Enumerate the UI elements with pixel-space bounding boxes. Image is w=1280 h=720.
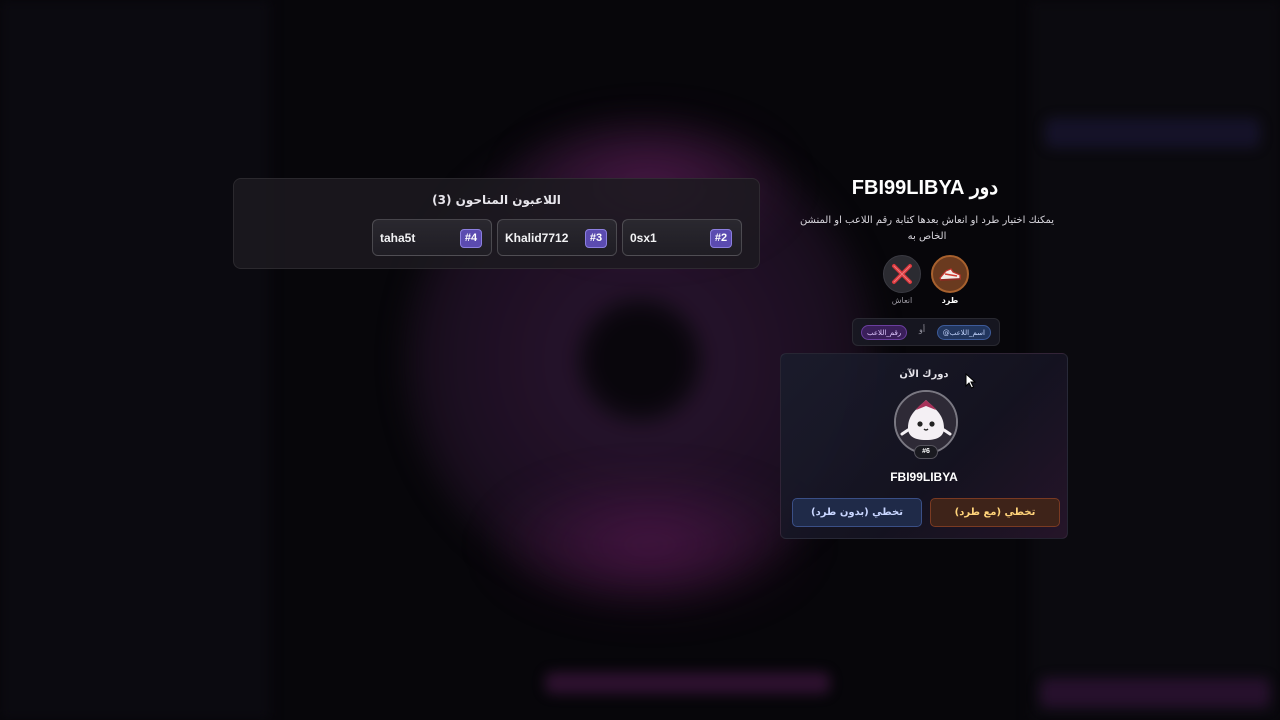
player-name: taha5t: [380, 231, 416, 245]
revive-action-button[interactable]: [883, 255, 921, 293]
player-chip[interactable]: Khalid7712 #3: [497, 219, 617, 256]
available-players-panel: اللاعبون المتاحون (3) 0sx1 #2 Khalid7712…: [233, 178, 760, 269]
turn-description: يمكنك اختيار طرد او انعاش بعدها كتابة رق…: [799, 215, 1055, 242]
avatar-number-badge: #6: [914, 445, 938, 459]
skip-without-kick-button[interactable]: تخطي (بدون طرد): [792, 498, 922, 527]
background-bottom-bar: [545, 672, 830, 694]
player-name: 0sx1: [630, 231, 657, 245]
kick-action-label: طرد: [941, 296, 959, 305]
hint-by-name: @اسم_اللاعب: [936, 325, 991, 340]
sneaker-kick-icon: [939, 268, 961, 281]
skip-with-kick-button[interactable]: تخطي (مع طرد): [930, 498, 1060, 527]
background-sidebar: [0, 0, 270, 720]
ghost-avatar-icon: [896, 392, 956, 452]
current-turn-card: دورك الآن #6 FBI99LIBYA تخطي (مع طرد) تخ…: [780, 353, 1068, 539]
mention-hint: @اسم_اللاعب أو رقم_اللاعب: [852, 318, 1000, 346]
current-turn-label: دورك الآن: [899, 369, 949, 380]
background-glow-bottom: [480, 470, 820, 620]
hint-or: أو: [919, 325, 926, 334]
mouse-cursor-icon: [965, 373, 977, 389]
player-number-badge: #2: [710, 229, 732, 248]
current-player-name: FBI99LIBYA: [890, 470, 958, 484]
player-number-badge: #4: [460, 229, 482, 248]
player-number-badge: #3: [585, 229, 607, 248]
background-bottom-right-button: [1040, 678, 1270, 708]
kick-action-button[interactable]: [931, 255, 969, 293]
player-name: Khalid7712: [505, 231, 569, 245]
available-players-title: اللاعبون المتاحون (3): [432, 193, 561, 207]
turn-title: دور FBI99LIBYA: [851, 177, 999, 199]
revive-action-label: انعاش: [891, 296, 913, 305]
hint-by-number: رقم_اللاعب: [861, 325, 908, 340]
player-chip[interactable]: taha5t #4: [372, 219, 492, 256]
background-right-chip: [1045, 118, 1260, 148]
cross-revive-icon: [892, 264, 912, 284]
player-chip[interactable]: 0sx1 #2: [622, 219, 742, 256]
